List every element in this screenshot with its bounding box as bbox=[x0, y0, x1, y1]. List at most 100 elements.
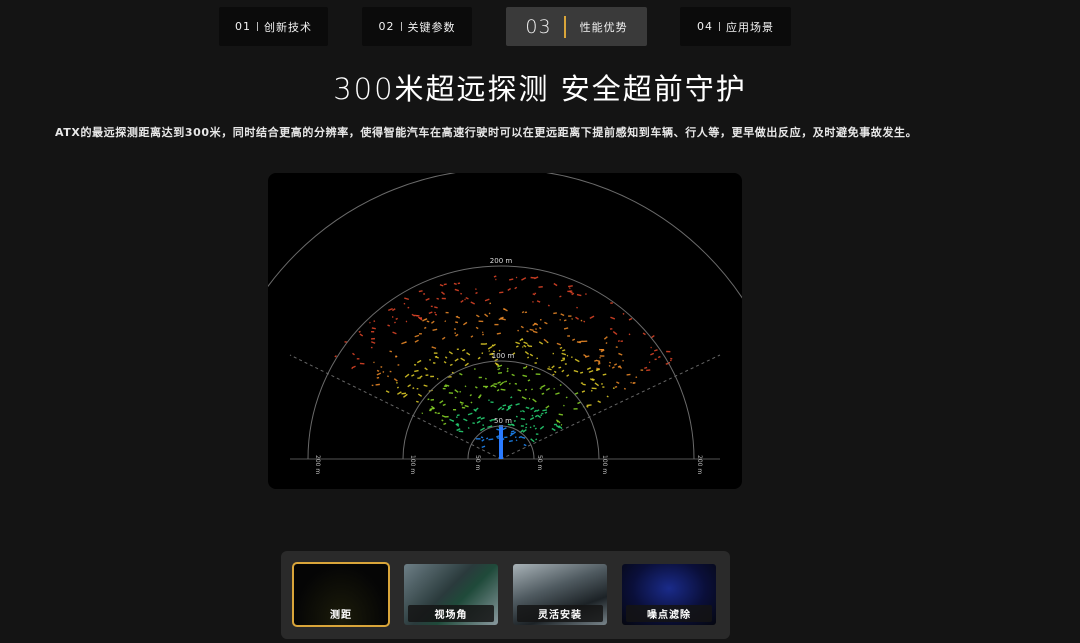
point-cloud-point bbox=[470, 301, 476, 305]
point-cloud-point bbox=[561, 369, 565, 373]
point-cloud-point bbox=[424, 326, 427, 329]
point-cloud-point bbox=[404, 297, 410, 301]
point-cloud-point bbox=[586, 367, 592, 371]
point-cloud-point bbox=[466, 352, 471, 356]
point-cloud-point bbox=[524, 388, 527, 391]
point-cloud-point bbox=[589, 315, 595, 320]
point-cloud-point bbox=[495, 278, 497, 281]
point-cloud-point bbox=[524, 351, 530, 355]
point-cloud-point bbox=[461, 403, 463, 406]
point-cloud-point bbox=[626, 373, 631, 376]
tab-performance[interactable]: 03 性能优势 bbox=[506, 7, 647, 46]
point-cloud-point bbox=[515, 439, 518, 442]
point-cloud-point bbox=[541, 412, 544, 415]
point-cloud-point bbox=[444, 415, 449, 418]
point-cloud-point bbox=[670, 359, 672, 362]
point-cloud-point bbox=[407, 306, 410, 309]
section-tabs: 01 创新技术 02 关键参数 03 性能优势 04 应用场景 bbox=[0, 7, 1080, 47]
range-ring-label: 100 m bbox=[492, 352, 515, 360]
point-cloud-point bbox=[515, 345, 519, 348]
thumbnail-field-of-view[interactable]: 视场角 bbox=[404, 564, 498, 625]
radar-visualization: 50 m 50 m 50 m 100 m 100 m 100 m 200 m 200 m 200… bbox=[268, 173, 742, 474]
point-cloud-point bbox=[529, 426, 532, 429]
point-cloud-point bbox=[460, 357, 466, 362]
baseline-range-label: 200 m bbox=[696, 455, 703, 474]
tab-number: 04 bbox=[697, 20, 713, 33]
point-cloud-point bbox=[429, 358, 432, 361]
point-cloud-point bbox=[505, 380, 507, 383]
point-cloud-point bbox=[411, 374, 415, 377]
point-cloud-point bbox=[618, 352, 623, 356]
thumbnail-label: 灵活安装 bbox=[517, 605, 603, 622]
point-cloud-point bbox=[521, 409, 525, 413]
point-cloud-point bbox=[536, 409, 540, 412]
point-cloud-point bbox=[358, 330, 361, 333]
point-cloud-point bbox=[529, 328, 534, 332]
point-cloud-point bbox=[541, 392, 545, 395]
point-cloud-point bbox=[439, 284, 444, 287]
point-cloud-point bbox=[454, 288, 460, 292]
point-cloud-point bbox=[648, 361, 651, 364]
point-cloud-point bbox=[539, 318, 542, 321]
baseline-range-label: 50 m bbox=[536, 455, 543, 471]
point-cloud-point bbox=[562, 357, 565, 360]
point-cloud-point bbox=[493, 383, 498, 385]
point-cloud-point bbox=[389, 370, 392, 373]
point-cloud-point bbox=[580, 371, 584, 374]
point-cloud-point bbox=[455, 321, 459, 324]
point-cloud-point bbox=[603, 336, 608, 340]
point-cloud-point bbox=[460, 292, 463, 295]
point-cloud-point bbox=[425, 297, 430, 301]
tab-label: 性能优势 bbox=[579, 20, 628, 34]
point-cloud-point bbox=[562, 349, 566, 352]
point-cloud-point bbox=[425, 374, 429, 376]
point-cloud-point bbox=[485, 386, 487, 389]
point-cloud-point bbox=[370, 331, 375, 333]
point-cloud-point bbox=[563, 327, 569, 330]
tab-innovation[interactable]: 01 创新技术 bbox=[219, 7, 328, 46]
point-cloud-point bbox=[476, 420, 481, 424]
page-description: ATX的最远探测距离达到300米，同时结合更高的分辨率，使得智能汽车在高速行驶时… bbox=[55, 126, 918, 139]
thumbnail-noise-filter[interactable]: 噪点滤除 bbox=[622, 564, 716, 625]
point-cloud-point bbox=[506, 370, 509, 373]
point-cloud-point bbox=[500, 388, 506, 391]
point-cloud-point bbox=[511, 373, 515, 377]
point-cloud-point bbox=[477, 356, 481, 360]
point-cloud-point bbox=[461, 406, 466, 409]
point-cloud-point bbox=[418, 333, 422, 335]
radar-panel: 50 m 50 m 50 m 100 m 100 m 100 m 200 m 200 m 200… bbox=[268, 173, 742, 489]
point-cloud-point bbox=[416, 400, 419, 403]
point-cloud-point bbox=[449, 363, 453, 366]
point-cloud-point bbox=[454, 396, 457, 399]
thumbnail-ranging[interactable]: 测距 bbox=[292, 562, 390, 627]
point-cloud-point bbox=[437, 412, 440, 415]
point-cloud-point bbox=[475, 326, 479, 330]
point-cloud-point bbox=[453, 328, 457, 331]
point-cloud-point bbox=[459, 390, 462, 393]
point-cloud-point bbox=[371, 327, 376, 330]
point-cloud-point bbox=[501, 407, 505, 411]
point-cloud-point bbox=[430, 375, 435, 378]
point-cloud-point bbox=[594, 382, 600, 387]
point-cloud-point bbox=[559, 295, 562, 298]
point-cloud-point bbox=[385, 390, 390, 393]
point-cloud-point bbox=[481, 445, 486, 449]
baseline-range-label: 100 m bbox=[409, 455, 416, 474]
point-cloud-point bbox=[441, 297, 446, 300]
point-cloud-point bbox=[581, 390, 586, 393]
point-cloud-point bbox=[439, 400, 444, 404]
point-cloud-point bbox=[484, 313, 489, 318]
point-cloud-point bbox=[532, 398, 537, 403]
point-cloud-point bbox=[498, 372, 503, 374]
point-cloud-point bbox=[571, 318, 573, 320]
point-cloud-point bbox=[373, 361, 375, 364]
point-cloud-point bbox=[470, 335, 474, 338]
point-cloud-point bbox=[510, 432, 513, 435]
tab-separator bbox=[400, 22, 402, 31]
point-cloud-point bbox=[563, 319, 567, 322]
tab-applications[interactable]: 04 应用场景 bbox=[680, 7, 791, 46]
point-cloud-point bbox=[654, 358, 657, 361]
thumbnail-flexible-install[interactable]: 灵活安装 bbox=[513, 564, 607, 625]
tab-key-parameters[interactable]: 02 关键参数 bbox=[362, 7, 472, 46]
point-cloud-point bbox=[532, 330, 538, 334]
